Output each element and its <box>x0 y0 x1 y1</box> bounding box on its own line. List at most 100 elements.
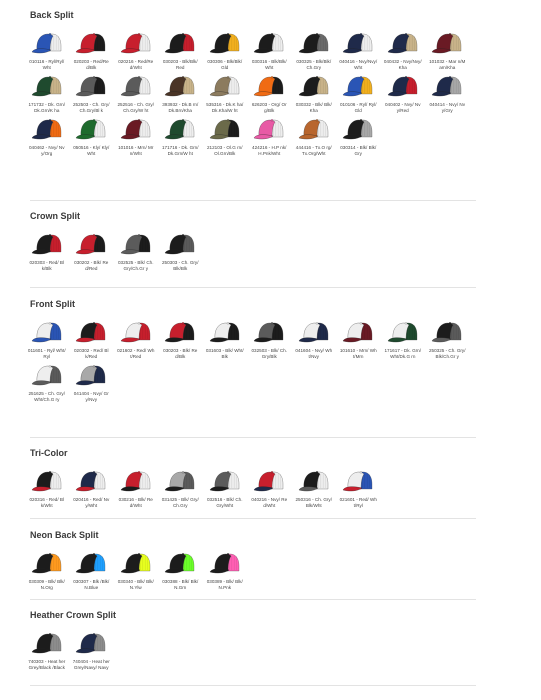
cap-icon <box>165 234 195 255</box>
cap-icon <box>120 119 150 140</box>
cap-swatch[interactable]: 040462 - Nvy/ Nvy/Org <box>29 116 65 156</box>
cap-swatch[interactable]: 171732 - Dk. Grn/Dk.Grn/K ha <box>28 73 65 113</box>
cap-swatch[interactable]: 040416 - Nvy/Nvy/Wht <box>339 30 377 70</box>
section-neon-back-split: Neon Back Split 030309 - Blk/ Blk/N.Org 03… <box>28 528 476 590</box>
cap-swatch[interactable]: 424216 - H.P nk/H.Pnk/Wht <box>252 116 286 156</box>
cap-swatch[interactable]: 030325 - Blk/Blk/Ch.Gry <box>296 30 332 70</box>
cap-icon <box>76 633 106 654</box>
cap-code-label: 020216 - Red/Red/Wht <box>118 59 154 70</box>
cap-swatch[interactable]: 010106 - Ryl/ Ryl/Gld <box>340 73 377 113</box>
cap-swatch[interactable]: 032516 - Blk/ Ch.Gry/Wht <box>207 468 243 508</box>
cap-swatch[interactable]: 030307 - Blk /Blk/N.Blue <box>73 550 109 590</box>
cap-swatch[interactable]: 252503 - Ch. Gry/Ch.Gry/Bl k <box>73 73 110 113</box>
cap-swatch[interactable]: 040216 - Nvy/ Red/Wht <box>251 468 288 508</box>
cap-code-label: 040414 - Nvy/ Nvy/Gry <box>429 102 466 113</box>
cap-code-label: 252516 - Ch. Gry/Ch.Gry/W ht <box>117 102 154 113</box>
section-title: Heather Crown Split <box>30 610 117 620</box>
section-crown-split: Crown Split 020303 - Red/ Blk/Blk 030202 -… <box>30 209 476 271</box>
cap-code-label: 041604 - Nvy/ Wht/Nvy <box>295 348 333 359</box>
cap-swatch[interactable]: 030389 - Blk/ Blk/N.Pnk <box>206 550 243 590</box>
cap-swatch[interactable]: 030340 - Blk/ Blk/N.Ylw <box>117 550 154 590</box>
cap-swatch[interactable]: 040414 - Nvy/ Nvy/Gry <box>429 73 466 113</box>
cap-code-label: 020303 - Red/ Blk/Blk <box>29 260 64 271</box>
cap-swatch[interactable]: 030203 - Blk/Blk/Red <box>163 30 198 70</box>
cap-swatch[interactable]: 010116 - Ryl/Ryl/Wht <box>29 30 64 70</box>
cap-swatch[interactable]: 020316 - Red/ Blk/Wht <box>30 468 64 508</box>
cap-swatch[interactable]: 050516 - Kly/ Kly/Wht <box>73 116 109 156</box>
section-divider <box>30 599 476 600</box>
cap-icon <box>120 234 150 255</box>
cap-code-label: 030202 - Blk/ Red/Red <box>74 260 109 271</box>
cap-swatch[interactable]: 250303 - Ch. Gry/Blk/Blk <box>162 231 199 271</box>
cap-swatch[interactable]: 626203 - Org/ Org/Blk <box>252 73 287 113</box>
cap-swatch[interactable]: 250316 - Ch. Gry/Blk/Wht <box>295 468 332 508</box>
cap-code-label: 030332 - Blk/ Blk/Kha <box>295 102 332 113</box>
cap-swatch[interactable]: 020203 - Red/Red/Blk <box>74 30 109 70</box>
cap-icon <box>298 471 328 492</box>
cap-code-label: 040216 - Nvy/ Red/Wht <box>251 497 288 508</box>
cap-swatch[interactable]: 740404 - Heat herGrey/Navy/ Navy <box>73 630 110 670</box>
cap-swatch[interactable]: 021601 - Red/ Wht/Ryl <box>340 468 377 508</box>
cap-swatch[interactable]: 041604 - Nvy/ Wht/Nvy <box>295 319 333 359</box>
cap-swatch[interactable]: 020216 - Red/Red/Wht <box>118 30 154 70</box>
cap-swatch[interactable]: 021602 - Red/ Wht/Red <box>117 319 154 359</box>
section-title: Tri-Color <box>30 448 68 458</box>
cap-swatch[interactable]: 040432 - Nvy/Nvy/Kha <box>384 30 422 70</box>
cap-swatch[interactable]: 030203 - Blk/ Red/Blk <box>163 319 197 359</box>
cap-swatch[interactable]: 032525 - Blk/ Ch.Gry/Ch.Gr y <box>118 231 154 271</box>
cap-swatch[interactable]: 030309 - Blk/ Blk/N.Org <box>28 550 65 590</box>
cap-code-label: 030389 - Blk/ Blk/N.Pnk <box>206 579 243 590</box>
cap-code-label: 030309 - Blk/ Blk/N.Org <box>28 579 65 590</box>
cap-icon <box>343 119 373 140</box>
cap-swatch[interactable]: 252516 - Ch. Gry/Ch.Gry/W ht <box>117 73 154 113</box>
cap-swatch[interactable]: 020303 - Red/ Blk/Blk <box>30 231 64 271</box>
section-title: Front Split <box>30 299 75 309</box>
cap-icon <box>31 633 61 654</box>
cap-swatch[interactable]: 040402 - Nvy/ Nvy/Red <box>385 73 421 113</box>
cap-swatch[interactable]: 030316 - Blk/Blk/Wht <box>252 30 287 70</box>
cap-icon <box>76 76 106 97</box>
cap-swatch[interactable]: 031603 - Blk/ Wht/Blk <box>205 319 244 359</box>
cap-swatch[interactable]: 030306 - Blk/Blk/Gld <box>207 30 242 70</box>
cap-icon <box>387 33 417 54</box>
cap-swatch[interactable]: 101610 - Mrn/ Wht/Mrn <box>340 319 377 359</box>
cap-code-label: 031603 - Blk/ Wht/Blk <box>205 348 244 359</box>
cap-swatch[interactable]: 032503 - Blk/ Ch.Gry/Blk <box>252 319 287 359</box>
cap-swatch[interactable]: 444416 - Tx.O rg/Tx.Org/Wht <box>296 116 332 156</box>
section-title: Neon Back Split <box>30 530 99 540</box>
cap-swatch[interactable]: 030202 - Blk/ Red/Red <box>74 231 109 271</box>
cap-icon <box>298 76 328 97</box>
cap-swatch[interactable]: 041404 - Nvy/ Gry/Nvy <box>74 362 109 402</box>
cap-code-label: 040462 - Nvy/ Nvy/Org <box>29 145 65 156</box>
cap-code-label: 030216 - Blk/ Red/Wht <box>118 497 153 508</box>
cap-code-label: 030325 - Blk/Blk/Ch.Gry <box>296 59 332 70</box>
cap-code-label: 740303 - Heat herGrey/Black /Black <box>28 659 66 670</box>
cap-swatch[interactable]: 171716 - Dk. Grn/Dk.Grn/W ht <box>162 116 199 156</box>
cap-code-label: 393932 - Dk.B rn/Dk.Brn/Kha <box>162 102 199 113</box>
cap-swatch[interactable]: 011601 - Ryl/ Wht/Ryl <box>28 319 66 359</box>
cap-swatch[interactable]: 020416 - Red/ Nvy/Wht <box>73 468 109 508</box>
cap-swatch[interactable]: 020302 - Red/ Blk/Red <box>74 319 108 359</box>
cap-swatch[interactable]: 030332 - Blk/ Blk/Kha <box>295 73 332 113</box>
cap-swatch[interactable]: 740303 - Heat herGrey/Black /Black <box>28 630 66 670</box>
cap-swatch[interactable]: 393932 - Dk.B rn/Dk.Brn/Kha <box>162 73 199 113</box>
swatch-grid: 010116 - Ryl/Ryl/Wht 020203 - Red/Red/Blk… <box>28 30 476 157</box>
cap-swatch[interactable]: 030314 - Blk/ Blk/Gry <box>340 116 376 156</box>
cap-swatch[interactable]: 101016 - Mrn/ Mrn/Wht <box>118 116 154 156</box>
cap-swatch[interactable]: 250325 - Ch. Gry/Blk/Ch.Gr y <box>429 319 466 359</box>
cap-swatch[interactable]: 251625 - Ch. Gry/Wht/Ch.G ry <box>28 362 65 402</box>
cap-code-label: 030340 - Blk/ Blk/N.Ylw <box>117 579 154 590</box>
cap-code-label: 101016 - Mrn/ Mrn/Wht <box>118 145 154 156</box>
cap-icon <box>209 471 239 492</box>
cap-swatch[interactable]: 030388 - Blk/ Blk/N.Grn <box>162 550 198 590</box>
cap-code-label: 250316 - Ch. Gry/Blk/Wht <box>295 497 332 508</box>
cap-code-label: 212103 - Ol.G rn/Ol.Grn/Blk <box>207 145 243 156</box>
section-divider <box>30 200 476 201</box>
cap-swatch[interactable]: 212103 - Ol.G rn/Ol.Grn/Blk <box>207 116 243 156</box>
cap-swatch[interactable]: 171617 - Dk. Grn/Wht/Dk.G rn <box>384 319 421 359</box>
cap-swatch[interactable]: 535316 - Dk.K ha/Dk.Kha/W ht <box>206 73 243 113</box>
cap-icon <box>254 119 284 140</box>
cap-swatch[interactable]: 031425 - Blk/ Gry/Ch.Gry <box>162 468 199 508</box>
cap-swatch[interactable]: 030216 - Blk/ Red/Wht <box>119 468 153 508</box>
cap-swatch[interactable]: 101032 - Mar n/Marn/Kha <box>429 30 465 70</box>
